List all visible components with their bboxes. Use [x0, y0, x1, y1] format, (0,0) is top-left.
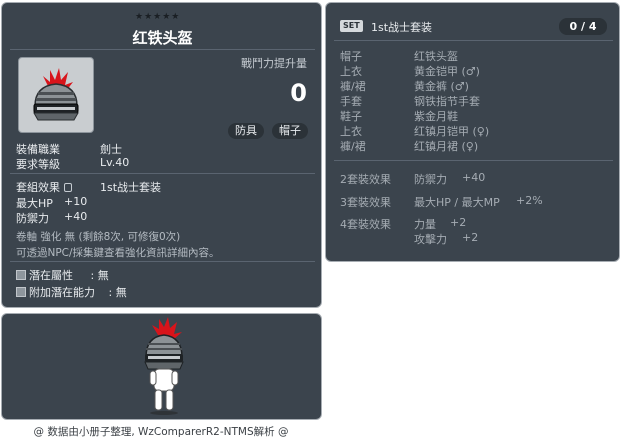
item-name: 红铁头盔 — [132, 29, 193, 47]
potential-bullet-icon — [16, 287, 26, 297]
helmet-icon — [33, 68, 79, 121]
set-title: 1st战士套装 — [371, 21, 433, 34]
job-value: 劍士 — [100, 143, 122, 156]
set-item-slot: 手套 — [340, 95, 362, 108]
set-item-slot: 鞋子 — [340, 110, 362, 123]
character-sprite-icon — [144, 317, 184, 415]
set-badge: SET — [340, 20, 363, 32]
divider — [334, 40, 613, 41]
stat-label: 最大HP — [16, 197, 53, 210]
set-item-slot: 帽子 — [340, 50, 362, 63]
set-bonus-stat: 最大HP / 最大MP — [414, 196, 500, 209]
lock-icon — [63, 183, 72, 192]
set-panel: SET 1st战士套装 0 / 4 帽子 红铁头盔 上衣 黄金铠甲 (♂) 褲/… — [325, 2, 620, 262]
combat-power-value: 0 — [290, 79, 307, 107]
set-item-name: 黄金铠甲 (♂) — [414, 65, 480, 78]
combat-power-label: 戰鬥力提升量 — [241, 57, 307, 70]
set-count: 0 / 4 — [559, 18, 607, 35]
set-bonus-value: +40 — [462, 171, 486, 184]
set-item-name: 红铁头盔 — [414, 50, 458, 63]
set-item-slot: 褲/裙 — [340, 140, 366, 153]
character-preview — [1, 313, 322, 420]
set-bonus-stat: 力量 — [414, 218, 436, 231]
req-level-label: 要求等級 — [16, 158, 60, 171]
star-rating: ★★★★★ — [135, 12, 181, 22]
npc-info: 可透過NPC/採集鍵查看強化資訊詳細內容。 — [16, 247, 220, 259]
footer-credit: @ 数据由小册子整理, WzComparerR2-NTMS解析 @ — [33, 426, 289, 438]
req-level-value: Lv.40 — [100, 156, 130, 169]
set-bonus-value: +2 — [462, 231, 479, 244]
divider — [10, 49, 315, 50]
set-item-slot: 褲/裙 — [340, 80, 366, 93]
set-item-name: 钢铁指节手套 — [414, 95, 480, 108]
set-item-slot: 上衣 — [340, 65, 362, 78]
potential-row: 潛在屬性 : 無 — [16, 267, 109, 283]
divider — [10, 261, 315, 262]
potential-bullet-icon — [16, 270, 26, 280]
set-bonus-value: +2% — [516, 194, 543, 207]
set-bonus-stat: 防禦力 — [414, 173, 447, 186]
stat-value: +10 — [64, 195, 88, 208]
divider — [334, 160, 613, 161]
set-bonus-label: 3套裝效果 — [340, 196, 391, 209]
set-item-slot: 上衣 — [340, 125, 362, 138]
upgrade-info: 卷軸 強化 無 (剩餘8次, 可修復0次) — [16, 231, 181, 243]
potential-row: 附加潛在能力 : 無 — [16, 284, 127, 300]
category-tag-armor: 防具 — [228, 123, 264, 139]
set-item-name: 黄金裤 (♂) — [414, 80, 469, 93]
set-item-name: 红镇月铠甲 (♀) — [414, 125, 490, 138]
category-tag-hat: 帽子 — [272, 123, 308, 139]
set-item-name: 紫金月鞋 — [414, 110, 458, 123]
set-bonus-label: 4套裝效果 — [340, 218, 391, 231]
set-bonus-label: 2套裝效果 — [340, 173, 391, 186]
item-tooltip: ★★★★★ 红铁头盔 戰鬥力提升量 0 防具 帽子 裝備職業 劍士 要求等級 L… — [1, 2, 322, 308]
set-effect-value: 1st战士套装 — [100, 181, 162, 194]
set-bonus-stat: 攻擊力 — [414, 233, 447, 246]
set-effect-label: 套組效果 — [16, 179, 72, 195]
set-bonus-value: +2 — [450, 216, 467, 229]
stat-label: 防禦力 — [16, 212, 49, 225]
item-icon-frame — [18, 57, 94, 133]
divider — [10, 173, 315, 174]
set-item-name: 红镇月裙 (♀) — [414, 140, 479, 153]
job-label: 裝備職業 — [16, 143, 60, 156]
stat-value: +40 — [64, 210, 88, 223]
